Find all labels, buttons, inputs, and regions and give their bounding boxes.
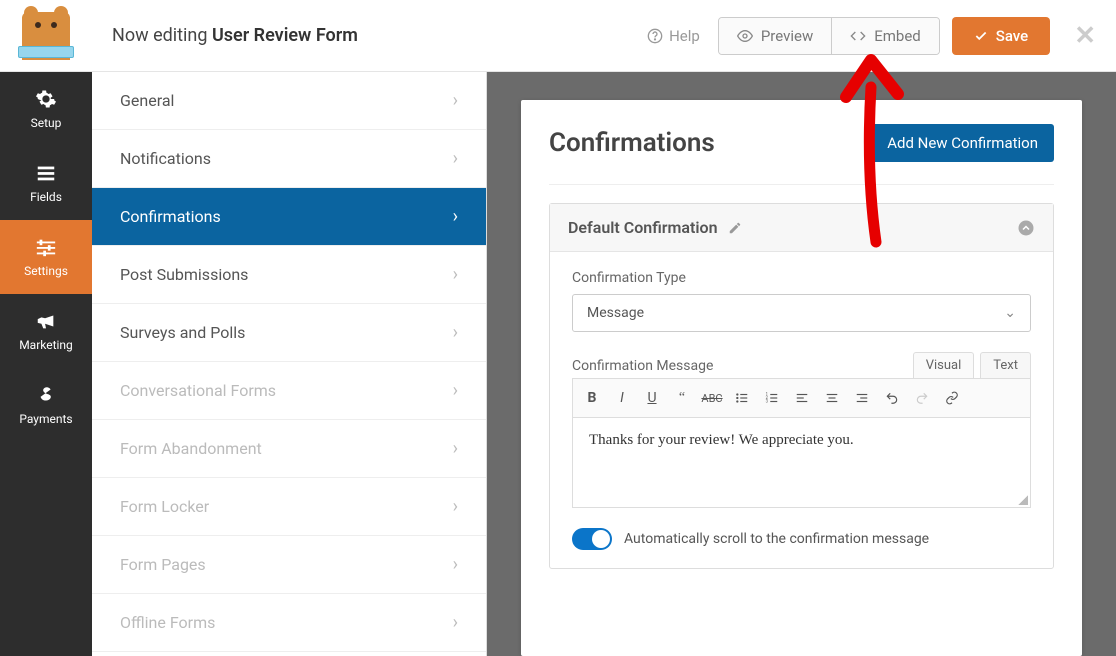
editor-toolbar: B I U “ ABC 123 — [572, 378, 1031, 418]
ul-icon — [735, 391, 749, 405]
app-logo[interactable] — [0, 12, 92, 60]
bold-button[interactable]: B — [579, 385, 605, 411]
resize-handle[interactable] — [1018, 495, 1028, 505]
add-new-confirmation-button[interactable]: Add New Confirmation — [871, 124, 1054, 162]
settings-list: General› Notifications› Confirmations› P… — [92, 72, 487, 656]
pencil-icon[interactable] — [728, 221, 742, 235]
italic-button[interactable]: I — [609, 385, 635, 411]
chevron-right-icon: › — [453, 148, 458, 169]
underline-button[interactable]: U — [639, 385, 665, 411]
align-left-icon — [795, 391, 809, 405]
save-button[interactable]: Save — [952, 17, 1050, 55]
undo-icon — [885, 391, 899, 405]
confirmation-type-label: Confirmation Type — [572, 270, 1031, 286]
form-name: User Review Form — [212, 25, 358, 46]
code-icon — [850, 28, 866, 44]
align-center-icon — [825, 391, 839, 405]
redo-icon — [915, 391, 929, 405]
preview-button[interactable]: Preview — [719, 18, 831, 54]
confirmation-message-label: Confirmation Message — [572, 358, 713, 374]
list-icon — [35, 162, 57, 184]
auto-scroll-label: Automatically scroll to the confirmation… — [624, 531, 929, 547]
editing-title: Now editing User Review Form — [92, 25, 647, 46]
settings-item-form-abandonment[interactable]: Form Abandonment› — [92, 420, 486, 478]
align-right-button[interactable] — [849, 385, 875, 411]
chevron-right-icon: › — [453, 554, 458, 575]
chevron-right-icon: › — [453, 612, 458, 633]
chevron-down-icon: ⌄ — [1004, 305, 1016, 321]
chevron-right-icon: › — [453, 380, 458, 401]
editor-tab-text[interactable]: Text — [980, 352, 1031, 378]
chevron-right-icon: › — [453, 264, 458, 285]
close-button[interactable]: ✕ — [1074, 21, 1096, 51]
chevron-right-icon: › — [453, 496, 458, 517]
dollar-icon — [35, 384, 57, 406]
primary-nav: Setup Fields Settings Marketing Payments — [0, 72, 92, 656]
card-title: Default Confirmation — [568, 218, 718, 237]
auto-scroll-toggle[interactable] — [572, 528, 612, 550]
nav-marketing[interactable]: Marketing — [0, 294, 92, 368]
settings-item-general[interactable]: General› — [92, 72, 486, 130]
settings-item-post-submissions[interactable]: Post Submissions› — [92, 246, 486, 304]
settings-item-surveys-and-polls[interactable]: Surveys and Polls› — [92, 304, 486, 362]
nav-setup[interactable]: Setup — [0, 72, 92, 146]
link-icon — [945, 391, 959, 405]
settings-item-form-locker[interactable]: Form Locker› — [92, 478, 486, 536]
help-link[interactable]: Help — [647, 27, 700, 45]
align-right-icon — [855, 391, 869, 405]
svg-text:3: 3 — [766, 399, 769, 404]
confirmation-message-editor[interactable]: Thanks for your review! We appreciate yo… — [572, 418, 1031, 508]
undo-button[interactable] — [879, 385, 905, 411]
settings-item-confirmations[interactable]: Confirmations› — [92, 188, 486, 246]
help-icon — [647, 28, 663, 44]
ol-button[interactable]: 123 — [759, 385, 785, 411]
nav-settings[interactable]: Settings — [0, 220, 92, 294]
settings-item-notifications[interactable]: Notifications› — [92, 130, 486, 188]
redo-button[interactable] — [909, 385, 935, 411]
chevron-right-icon: › — [453, 90, 458, 111]
chevron-right-icon: › — [453, 206, 458, 227]
editor-tab-visual[interactable]: Visual — [913, 352, 975, 378]
collapse-icon[interactable] — [1017, 219, 1035, 237]
bullhorn-icon — [35, 310, 57, 332]
settings-item-offline-forms[interactable]: Offline Forms› — [92, 594, 486, 652]
settings-item-form-pages[interactable]: Form Pages› — [92, 536, 486, 594]
settings-item-conversational-forms[interactable]: Conversational Forms› — [92, 362, 486, 420]
settings-item-webhooks[interactable]: Webhooks› — [92, 652, 486, 656]
gear-icon — [35, 88, 57, 110]
chevron-right-icon: › — [453, 322, 458, 343]
strikethrough-button[interactable]: ABC — [699, 385, 725, 411]
chevron-right-icon: › — [453, 438, 458, 459]
ul-button[interactable] — [729, 385, 755, 411]
nav-fields[interactable]: Fields — [0, 146, 92, 220]
ol-icon: 123 — [765, 391, 779, 405]
eye-icon — [737, 28, 753, 44]
link-button[interactable] — [939, 385, 965, 411]
editing-prefix: Now editing — [112, 25, 207, 46]
nav-payments[interactable]: Payments — [0, 368, 92, 442]
confirmation-type-select[interactable]: Message ⌄ — [572, 294, 1031, 332]
align-center-button[interactable] — [819, 385, 845, 411]
align-left-button[interactable] — [789, 385, 815, 411]
embed-button[interactable]: Embed — [831, 18, 939, 54]
confirmation-card: Default Confirmation Confirmation Type M… — [549, 203, 1054, 569]
check-icon — [974, 29, 988, 43]
blockquote-button[interactable]: “ — [669, 385, 695, 411]
sliders-icon — [35, 236, 57, 258]
panel-title: Confirmations — [549, 128, 715, 158]
